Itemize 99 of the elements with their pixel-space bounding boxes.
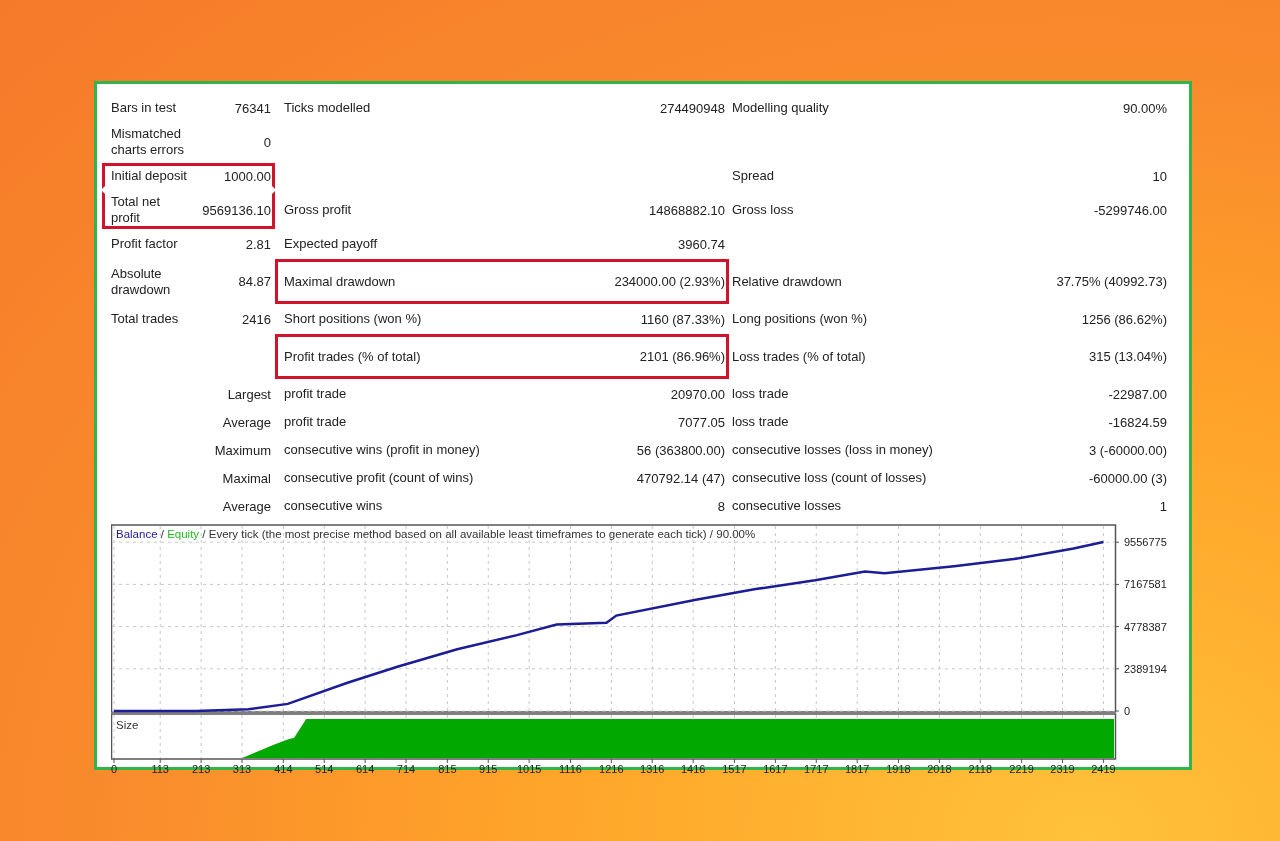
y-tick-label: 7167581 (1124, 578, 1167, 591)
stat-label: Expected payoff (284, 236, 377, 252)
stat-value: 1160 (87.33%) (639, 311, 725, 327)
stat-label: Long positions (won %) (732, 311, 868, 327)
stat-label: Absolute drawdown (111, 265, 172, 298)
stat-value: 9569136.10 (201, 202, 271, 218)
x-tick-label: 2118 (968, 763, 993, 775)
stat-value: 3 (-60000.00) (1087, 442, 1167, 458)
stat-label: Loss trades (% of total) (732, 348, 866, 365)
stat-label: consecutive loss (count of losses) (732, 470, 927, 486)
stat-value: 14868882.10 (648, 202, 725, 218)
stat-value: 470792.14 (47) (635, 470, 725, 486)
stat-label: consecutive wins (284, 498, 383, 514)
x-tick-label: 0 (111, 763, 118, 775)
stat-qualifier: Maximal (221, 470, 271, 486)
legend-label: Equity (167, 528, 200, 540)
x-tick-label: 313 (232, 763, 252, 775)
x-tick-label: 1918 (886, 763, 911, 775)
stat-label: loss trade (732, 414, 789, 430)
stat-label: Gross profit (284, 202, 352, 218)
stat-value: 76341 (233, 100, 271, 116)
stat-qualifier: Average (221, 498, 271, 514)
x-tick-label: 213 (191, 763, 211, 775)
stat-value: 315 (13.04%) (1087, 349, 1167, 364)
stat-value: 3960.74 (677, 236, 725, 252)
x-tick-label: 1517 (722, 763, 747, 775)
stat-label: consecutive wins (profit in money) (284, 442, 480, 458)
stat-value: -22987.00 (1107, 386, 1167, 402)
stat-value: 1 (1158, 498, 1167, 514)
x-tick-label: 714 (396, 763, 416, 775)
stat-value: 2.81 (244, 236, 271, 252)
x-tick-label: 1015 (516, 763, 542, 775)
x-tick-label: 2219 (1009, 763, 1034, 775)
stat-value: 2101 (86.96%) (638, 349, 725, 364)
stat-label: Mismatched charts errors (111, 126, 185, 158)
stat-label: Total trades (111, 311, 179, 327)
stat-value: 90.00% (1121, 100, 1167, 116)
stat-value: 20970.00 (669, 386, 725, 402)
stat-value: 1000.00 (223, 168, 271, 184)
stat-value: 7077.05 (677, 414, 725, 430)
x-tick-label: 614 (355, 763, 375, 775)
x-tick-label: 815 (438, 763, 457, 775)
stat-qualifier: Maximum (213, 442, 271, 458)
y-tick-label: 4778387 (1124, 620, 1167, 633)
stat-value: 234000.00 (2.93%) (613, 274, 725, 289)
stat-label: Spread (732, 168, 774, 184)
x-tick-label: 1717 (804, 763, 829, 775)
stat-label: Profit trades (% of total) (284, 348, 421, 365)
x-tick-label: 2319 (1050, 763, 1075, 775)
stat-label: Initial deposit (111, 168, 187, 184)
x-tick-label: 1116 (559, 763, 582, 775)
stat-label: Maximal drawdown (284, 273, 396, 290)
stat-value: 8 (716, 498, 725, 514)
stat-label: Short positions (won %) (284, 311, 422, 327)
stat-label: Total net profit (111, 194, 162, 226)
size-label: Size (116, 719, 139, 731)
x-tick-label: 915 (479, 763, 498, 775)
stat-value: 37.75% (40992.73) (1055, 274, 1167, 289)
stat-value: -60000.00 (3) (1087, 470, 1167, 486)
stat-label: consecutive profit (count of wins) (284, 470, 474, 486)
legend-separator: / (202, 528, 206, 540)
stat-label: consecutive losses (732, 498, 842, 514)
x-tick-label: 414 (274, 763, 293, 775)
legend-separator: / (160, 528, 164, 540)
stat-label: Ticks modelled (284, 100, 371, 116)
stat-value: 10 (1151, 168, 1167, 184)
stat-label: Bars in test (111, 100, 177, 116)
stat-label: Relative drawdown (732, 273, 842, 290)
stat-label: Modelling quality (732, 100, 829, 116)
stat-label: Profit factor (111, 236, 178, 252)
stat-value: 0 (262, 134, 271, 150)
stat-label: profit trade (284, 386, 347, 402)
stat-value: 1256 (86.62%) (1080, 311, 1167, 327)
stat-value: 2416 (241, 311, 271, 327)
stat-value: 56 (363800.00) (635, 442, 725, 458)
y-tick-label: 9556775 (1124, 536, 1167, 549)
stat-value: 274490948 (658, 100, 725, 116)
stat-qualifier: Average (221, 414, 271, 430)
stat-qualifier: Largest (226, 386, 271, 402)
stat-label: loss trade (732, 386, 789, 402)
stat-value: -5299746.00 (1093, 202, 1167, 218)
x-tick-label: 2419 (1091, 763, 1116, 775)
stat-label: profit trade (284, 414, 347, 430)
x-tick-label: 1316 (640, 763, 665, 775)
legend-label: Balance (116, 528, 158, 540)
x-tick-label: 1617 (763, 763, 788, 775)
stat-label: consecutive losses (loss in money) (732, 442, 933, 458)
y-tick-label: 2389194 (1124, 662, 1167, 675)
x-tick-label: 1416 (680, 763, 706, 775)
stat-value: 84.87 (237, 274, 271, 289)
y-tick-label: 0 (1124, 705, 1131, 717)
stat-value: -16824.59 (1107, 414, 1167, 430)
legend-caption: Every tick (the most precise method based on all available least timeframes to generate each tick) / 90.00% (208, 528, 756, 540)
x-tick-label: 1216 (599, 763, 624, 775)
x-tick-label: 1817 (844, 763, 870, 775)
x-tick-label: 514 (315, 763, 334, 775)
x-tick-label: 2018 (927, 763, 952, 775)
x-tick-label: 113 (151, 763, 169, 775)
stat-label: Gross loss (732, 202, 794, 218)
